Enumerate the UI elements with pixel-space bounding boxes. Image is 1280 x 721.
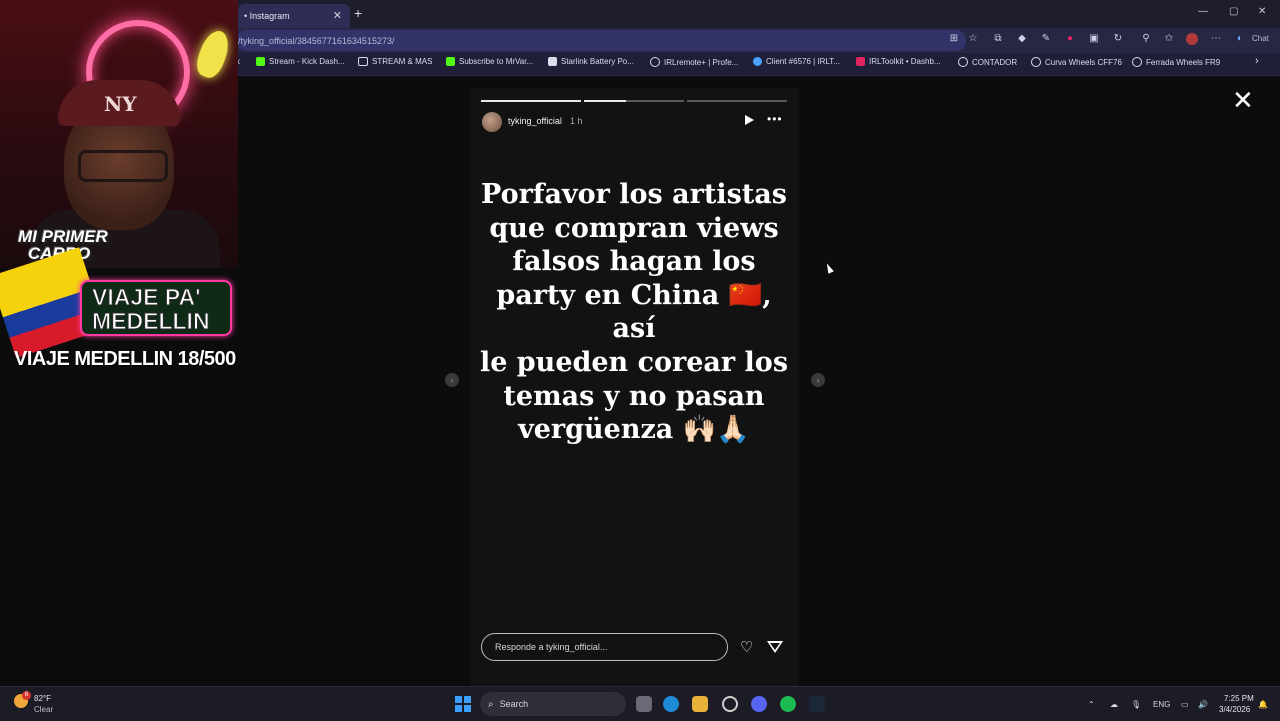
wheel-icon: [1132, 57, 1142, 67]
discord-icon[interactable]: [751, 696, 767, 712]
story-text-line: le pueden corear los: [479, 346, 789, 378]
bookmark-item[interactable]: STREAM & MAS: [358, 57, 432, 66]
profile-avatar-icon[interactable]: [1186, 33, 1198, 45]
story-text-line: que compran views: [489, 212, 779, 244]
story-text-line: temas y no pasan: [503, 380, 765, 412]
globe-icon: [650, 57, 660, 67]
tab-title: • Instagram: [244, 11, 290, 21]
tab-instagram[interactable]: • Instagram ✕: [238, 4, 350, 28]
extension-icon[interactable]: ⧉: [992, 33, 1004, 45]
onedrive-icon[interactable]: ☁: [1110, 700, 1118, 709]
new-tab-button[interactable]: +: [354, 5, 362, 21]
close-window-button[interactable]: ✕: [1258, 6, 1266, 17]
bookmarks-overflow-button[interactable]: ›: [1255, 55, 1259, 67]
steam-icon[interactable]: [809, 696, 825, 712]
story-text-line: vergüenza 🙌🏻🙏🏻: [518, 414, 750, 446]
favorite-star-icon[interactable]: ☆: [967, 33, 979, 45]
weather-badge: 6: [22, 691, 31, 700]
file-explorer-icon[interactable]: [692, 696, 708, 712]
close-icon[interactable]: ✕: [1232, 87, 1254, 113]
search-label: Search: [499, 699, 529, 709]
extension-icon[interactable]: ◆: [1016, 33, 1028, 45]
app-install-icon[interactable]: ⊞: [948, 33, 960, 45]
minimize-button[interactable]: —: [1198, 6, 1208, 17]
reply-input[interactable]: Responde a tyking_official...: [481, 633, 728, 661]
story-progress-segment: [584, 100, 684, 102]
bookmark-item[interactable]: Subscribe to MrVar...: [446, 57, 533, 66]
search-icon: ⌕: [488, 698, 494, 710]
extensions-puzzle-icon[interactable]: ⚲: [1140, 33, 1152, 45]
close-tab-icon[interactable]: ✕: [333, 9, 342, 22]
trip-banner-line: MEDELLIN: [92, 308, 211, 334]
story-text-line: falsos hagan los: [512, 246, 756, 278]
favorites-icon[interactable]: ✩: [1163, 33, 1175, 45]
settings-more-icon[interactable]: ⋯: [1210, 33, 1222, 45]
extension-icon[interactable]: ▣: [1088, 33, 1100, 45]
bookmark-item[interactable]: Ferrada Wheels FR9: [1132, 57, 1220, 67]
windows-start-icon[interactable]: [455, 696, 471, 712]
bookmark-item[interactable]: Curva Wheels CFF76: [1031, 57, 1122, 67]
story-progress-segment: [481, 100, 581, 102]
wheel-icon: [1031, 57, 1041, 67]
heart-icon[interactable]: ♡: [740, 640, 753, 655]
page-icon: [548, 57, 557, 66]
story-username[interactable]: tyking_official: [508, 116, 562, 126]
tray-overflow-icon[interactable]: ⌃: [1088, 700, 1095, 709]
play-icon[interactable]: [745, 115, 754, 125]
car-badge-line: MI PRIMER: [18, 227, 108, 246]
refresh-extension-icon[interactable]: ↻: [1112, 33, 1124, 45]
maximize-button[interactable]: ▢: [1229, 6, 1238, 17]
clock-time[interactable]: 7:25 PM: [1224, 694, 1254, 703]
story-text-line: party en China 🇨🇳, así: [496, 279, 772, 345]
glasses: [78, 150, 168, 182]
bookmark-item[interactable]: IRLToolkit • Dashb...: [856, 57, 941, 66]
cap-logo: NY: [104, 92, 137, 116]
volume-icon[interactable]: 🔊: [1198, 700, 1208, 709]
copilot-label[interactable]: Chat: [1252, 34, 1269, 43]
story-timestamp: 1 h: [570, 116, 583, 126]
task-view-icon[interactable]: [636, 696, 652, 712]
taskbar-search[interactable]: ⌕ Search: [480, 692, 626, 716]
language-indicator[interactable]: ENG: [1153, 700, 1170, 709]
previous-story-button[interactable]: ‹: [445, 373, 459, 387]
obs-icon[interactable]: [722, 696, 738, 712]
extension-icon[interactable]: ✎: [1040, 33, 1052, 45]
notification-icon[interactable]: 🔔: [1258, 700, 1268, 709]
address-bar[interactable]: /tyking_official/3845677161634515273/: [236, 30, 966, 51]
kick-icon: [446, 57, 455, 66]
kick-icon: [256, 57, 265, 66]
story-text-line: Porfavor los artistas: [481, 179, 787, 210]
goal-counter: VIAJE MEDELLIN 18/500: [14, 348, 236, 370]
copilot-icon[interactable]: ◐: [1234, 33, 1246, 45]
extension-icon[interactable]: ●: [1064, 33, 1076, 45]
bookmark-item[interactable]: IRLremote+ | Profe...: [650, 57, 738, 67]
network-icon[interactable]: ▭: [1181, 700, 1189, 709]
trip-banner-line: VIAJE PA': [92, 284, 202, 310]
more-options-icon[interactable]: •••: [767, 112, 783, 126]
reply-placeholder: Responde a tyking_official...: [495, 642, 608, 652]
send-icon[interactable]: [767, 641, 783, 653]
url-text: /tyking_official/3845677161634515273/: [238, 35, 395, 46]
spotify-icon[interactable]: [780, 696, 796, 712]
counter-icon: [958, 57, 968, 67]
story-text: Porfavor los artistas que compran views …: [476, 178, 792, 447]
bookmark-item[interactable]: Client #6576 | IRLT...: [753, 57, 840, 66]
clock-date[interactable]: 3/4/2026: [1219, 705, 1250, 714]
irltoolkit-icon: [856, 57, 865, 66]
cloud-icon: [753, 57, 762, 66]
folder-icon: [358, 57, 368, 66]
weather-description[interactable]: Clear: [34, 705, 53, 714]
avatar[interactable]: [482, 112, 502, 132]
bookmark-item[interactable]: Stream - Kick Dash...: [256, 57, 345, 66]
weather-temperature[interactable]: 82°F: [34, 694, 51, 703]
edge-browser-icon[interactable]: [663, 696, 679, 712]
trip-banner: VIAJE PA' MEDELLIN: [80, 280, 232, 336]
bookmark-item[interactable]: CONTADOR: [958, 57, 1017, 67]
microphone-icon[interactable]: 🎙: [1131, 700, 1141, 709]
bookmark-item[interactable]: Starlink Battery Po...: [548, 57, 634, 66]
next-story-button[interactable]: ›: [811, 373, 825, 387]
story-progress-segment: [687, 100, 787, 102]
